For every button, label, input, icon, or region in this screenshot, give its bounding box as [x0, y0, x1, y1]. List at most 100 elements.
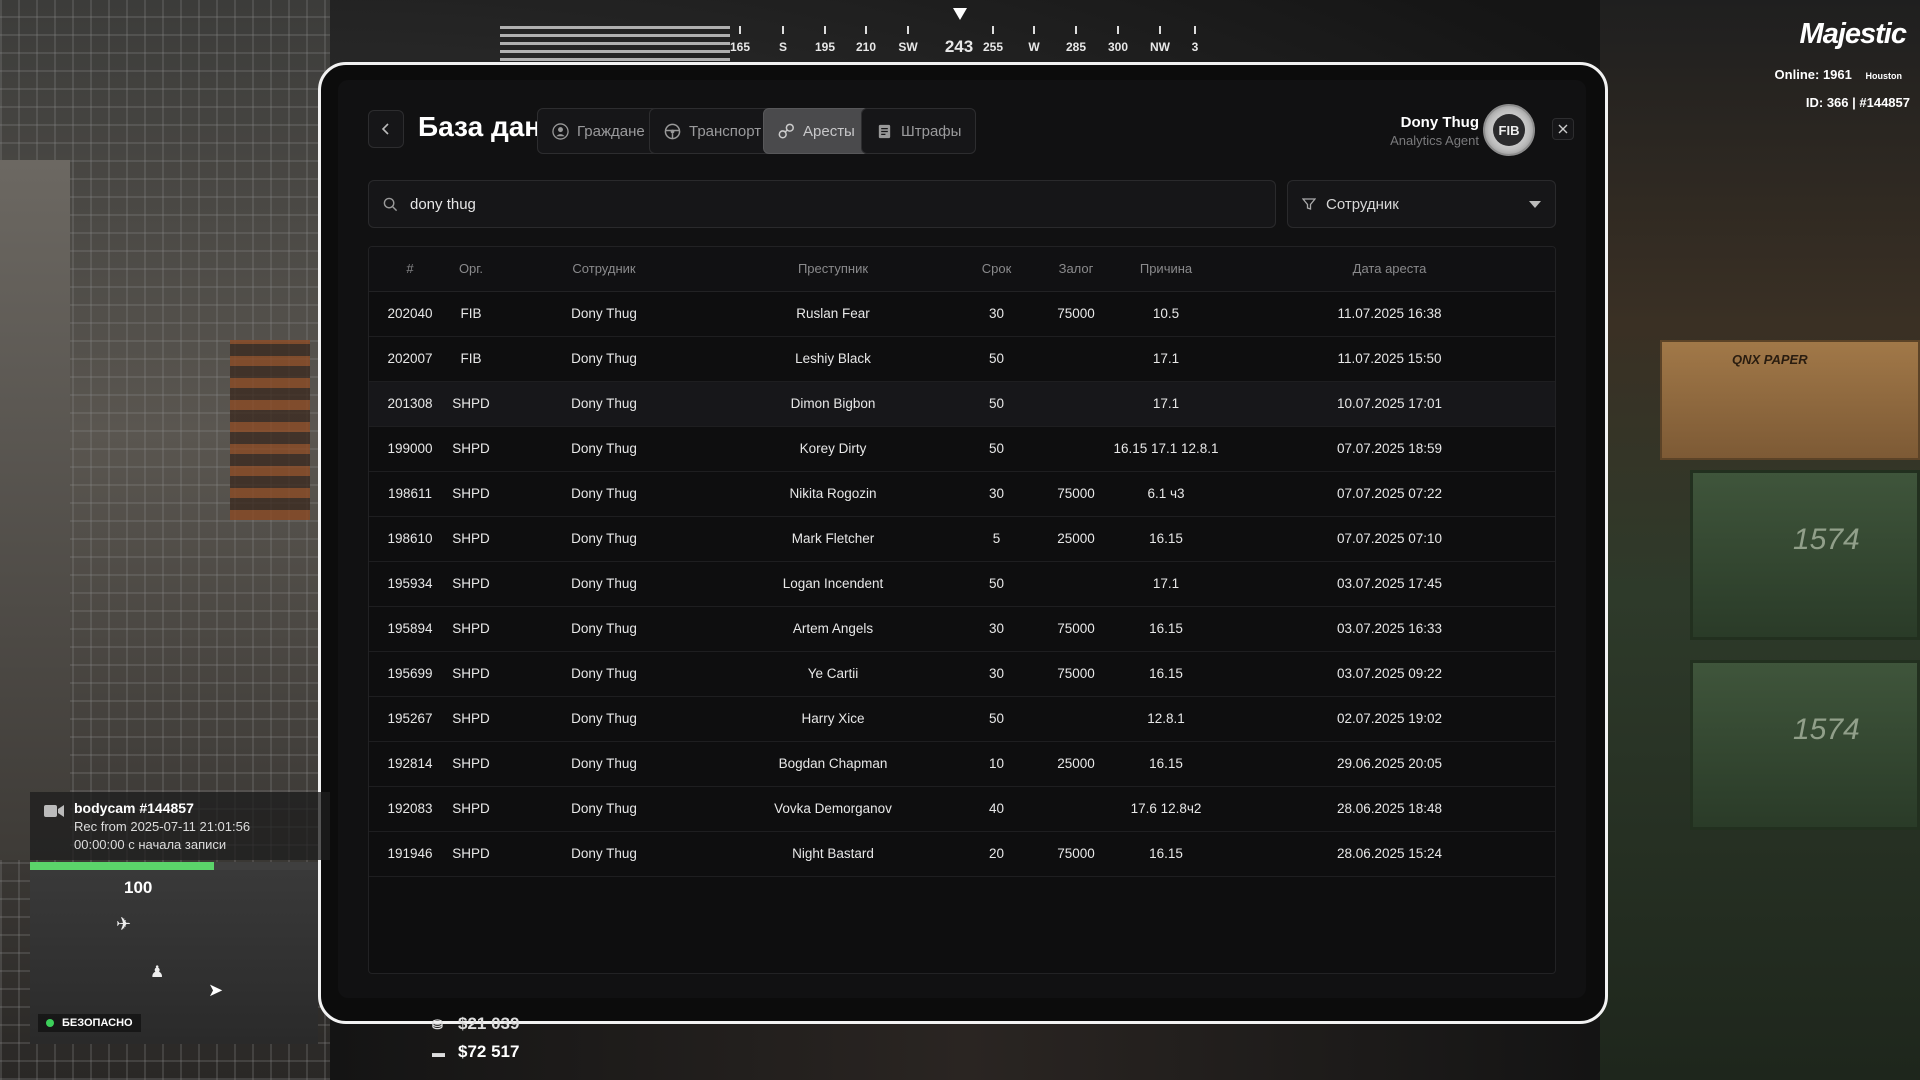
- cell-arrest-date: 03.07.2025 09:22: [1224, 651, 1555, 697]
- col-header-arrest-date[interactable]: Дата ареста: [1224, 247, 1555, 292]
- col-header-org[interactable]: Орг.: [451, 247, 491, 292]
- bank-amount: ▬ $72 517: [432, 1042, 519, 1062]
- online-count: Online: 1961 Houston: [1775, 67, 1902, 82]
- cell-criminal: Ye Cartii: [717, 651, 949, 697]
- cell-bail: 75000: [1044, 291, 1108, 337]
- video-camera-icon: [44, 805, 64, 817]
- cell-bail: [1044, 786, 1108, 832]
- cell-org: SHPD: [451, 741, 491, 787]
- cell-criminal: Vovka Demorganov: [717, 786, 949, 832]
- cell-arrest-date: 11.07.2025 16:38: [1224, 291, 1555, 337]
- cell-reason: 12.8.1: [1108, 696, 1224, 742]
- player-id: ID: 366 | #144857: [1806, 95, 1910, 110]
- cell-officer: Dony Thug: [491, 516, 717, 562]
- cell-term: 30: [949, 606, 1044, 652]
- close-button[interactable]: [1552, 118, 1574, 140]
- back-button[interactable]: [368, 110, 404, 148]
- table-row[interactable]: 202007 FIB Dony Thug Leshiy Black 50 17.1 11.0…: [369, 336, 1555, 382]
- table-row[interactable]: 199000 SHPD Dony Thug Korey Dirty 50 16.15 17…: [369, 426, 1555, 472]
- tab-citizens[interactable]: Граждане: [537, 108, 660, 154]
- compass-bars: [500, 26, 730, 62]
- compass-tick: [1194, 26, 1196, 34]
- cell-arrest-date: 03.07.2025 17:45: [1224, 561, 1555, 607]
- bodycam-panel: bodycam #144857 Rec from 2025-07-11 21:0…: [30, 792, 330, 860]
- background-crate: 1574: [1690, 470, 1920, 640]
- cell-reason: 16.15 17.1 12.8.1: [1108, 426, 1224, 472]
- compass-heading: 243: [944, 37, 974, 56]
- cash-amount: ⛁ $21 039: [432, 1014, 519, 1034]
- tab-transport[interactable]: Транспорт: [649, 108, 777, 154]
- cell-reason: 16.15: [1108, 651, 1224, 697]
- cell-officer: Dony Thug: [491, 336, 717, 382]
- table-row[interactable]: 195934 SHPD Dony Thug Logan Incendent 50 17.1…: [369, 561, 1555, 607]
- cash-icon: ⛁: [432, 1017, 443, 1032]
- table-row[interactable]: 191946 SHPD Dony Thug Night Bastard 20 75000 1…: [369, 831, 1555, 877]
- table-row[interactable]: 192814 SHPD Dony Thug Bogdan Chapman 10 25000…: [369, 741, 1555, 787]
- col-header-bail[interactable]: Залог: [1044, 247, 1108, 292]
- tab-arrests[interactable]: Аресты: [763, 108, 870, 154]
- status-dot-icon: [46, 1019, 54, 1027]
- cell-criminal: Korey Dirty: [717, 426, 949, 472]
- cell-criminal: Night Bastard: [717, 831, 949, 877]
- health-value: 100: [124, 878, 153, 897]
- cell-org: SHPD: [451, 651, 491, 697]
- compass-tick: [1117, 26, 1119, 34]
- compass-mark: 165: [729, 40, 751, 54]
- cell-arrest-date: 07.07.2025 07:10: [1224, 516, 1555, 562]
- tab-fines[interactable]: Штрафы: [861, 108, 977, 154]
- table-row[interactable]: 198611 SHPD Dony Thug Nikita Rogozin 30 75000…: [369, 471, 1555, 517]
- crate-mark: 1574: [1793, 523, 1860, 556]
- cell-bail: [1044, 336, 1108, 382]
- table-row[interactable]: 192083 SHPD Dony Thug Vovka Demorganov 40 17.…: [369, 786, 1555, 832]
- cell-reason: 10.5: [1108, 291, 1224, 337]
- table-row[interactable]: 198610 SHPD Dony Thug Mark Fletcher 5 25000 16…: [369, 516, 1555, 562]
- table-row[interactable]: 195699 SHPD Dony Thug Ye Cartii 30 75000 16.15…: [369, 651, 1555, 697]
- chevron-left-icon: [381, 123, 389, 135]
- compass-tick: [992, 26, 994, 34]
- table-row[interactable]: 201308 SHPD Dony Thug Dimon Bigbon 50 17.1 10.…: [369, 381, 1555, 427]
- cell-officer: Dony Thug: [491, 606, 717, 652]
- cell-term: 50: [949, 696, 1044, 742]
- bodycam-rec: Rec from 2025-07-11 21:01:56: [74, 819, 251, 834]
- background-scene-right: QNX PAPER 1574 1574: [1600, 0, 1920, 1080]
- handcuffs-icon: [778, 123, 794, 138]
- steering-wheel-icon: [664, 123, 681, 139]
- cell-criminal: Mark Fletcher: [717, 516, 949, 562]
- col-header-term[interactable]: Срок: [949, 247, 1044, 292]
- compass-tick: [1159, 26, 1161, 34]
- col-header-officer[interactable]: Сотрудник: [491, 247, 717, 292]
- cell-reason: 17.1: [1108, 336, 1224, 382]
- background-crate: 1574: [1690, 660, 1920, 830]
- cell-bail: 25000: [1044, 741, 1108, 787]
- background-box: QNX PAPER: [1660, 340, 1920, 460]
- cell-arrest-date: 07.07.2025 18:59: [1224, 426, 1555, 472]
- cell-bail: [1044, 381, 1108, 427]
- cell-bail: [1044, 426, 1108, 472]
- health-fill: [30, 862, 215, 870]
- cell-reason: 16.15: [1108, 606, 1224, 652]
- compass-tick: [1033, 26, 1035, 34]
- table-row[interactable]: 195894 SHPD Dony Thug Artem Angels 30 75000 16…: [369, 606, 1555, 652]
- search-input[interactable]: [410, 195, 1275, 213]
- compass-mark: W: [1028, 40, 1040, 54]
- badge-text: FIB: [1493, 114, 1525, 146]
- health-bar: [30, 862, 318, 870]
- player-id-text: ID: 366 |: [1805, 95, 1860, 110]
- compass-tick: [782, 26, 784, 34]
- cell-term: 50: [949, 426, 1044, 472]
- tab-label: Граждане: [577, 122, 645, 140]
- table-row[interactable]: 202040 FIB Dony Thug Ruslan Fear 30 75000 10.5…: [369, 291, 1555, 337]
- filter-dropdown[interactable]: Сотрудник: [1287, 180, 1556, 228]
- col-header-id[interactable]: #: [369, 247, 451, 292]
- compass-mark: S: [778, 40, 788, 54]
- table-row[interactable]: 195267 SHPD Dony Thug Harry Xice 50 12.8.1 02.…: [369, 696, 1555, 742]
- cell-id: 198610: [369, 516, 451, 562]
- filter-label: Сотрудник: [1326, 195, 1399, 213]
- col-header-reason[interactable]: Причина: [1108, 247, 1224, 292]
- zone-status: БЕЗОПАСНО: [38, 1014, 141, 1032]
- col-header-criminal[interactable]: Преступник: [717, 247, 949, 292]
- cell-id: 202040: [369, 291, 451, 337]
- compass-mark: 195: [814, 40, 836, 54]
- cell-term: 20: [949, 831, 1044, 877]
- tab-label: Штрафы: [901, 122, 962, 140]
